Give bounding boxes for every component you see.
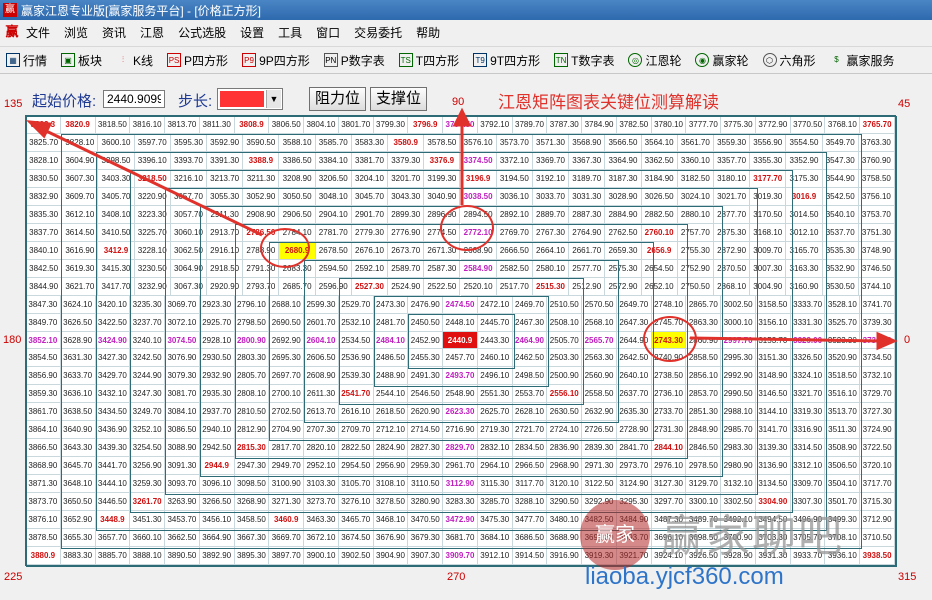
watermark: 赢家 赢家聊吧 liaoba.yjcf360.com bbox=[580, 500, 880, 590]
arrow-head-0 bbox=[876, 331, 898, 351]
watermark-logo: 赢家 bbox=[580, 500, 650, 570]
arrow-line-0 bbox=[689, 336, 881, 343]
watermark-url: liaoba.yjcf360.com bbox=[585, 563, 784, 590]
arrow-head-90 bbox=[452, 107, 472, 127]
arrow-line-135 bbox=[39, 126, 263, 237]
arrow-head-135 bbox=[25, 120, 53, 139]
watermark-name: 赢家聊吧 bbox=[660, 512, 844, 561]
